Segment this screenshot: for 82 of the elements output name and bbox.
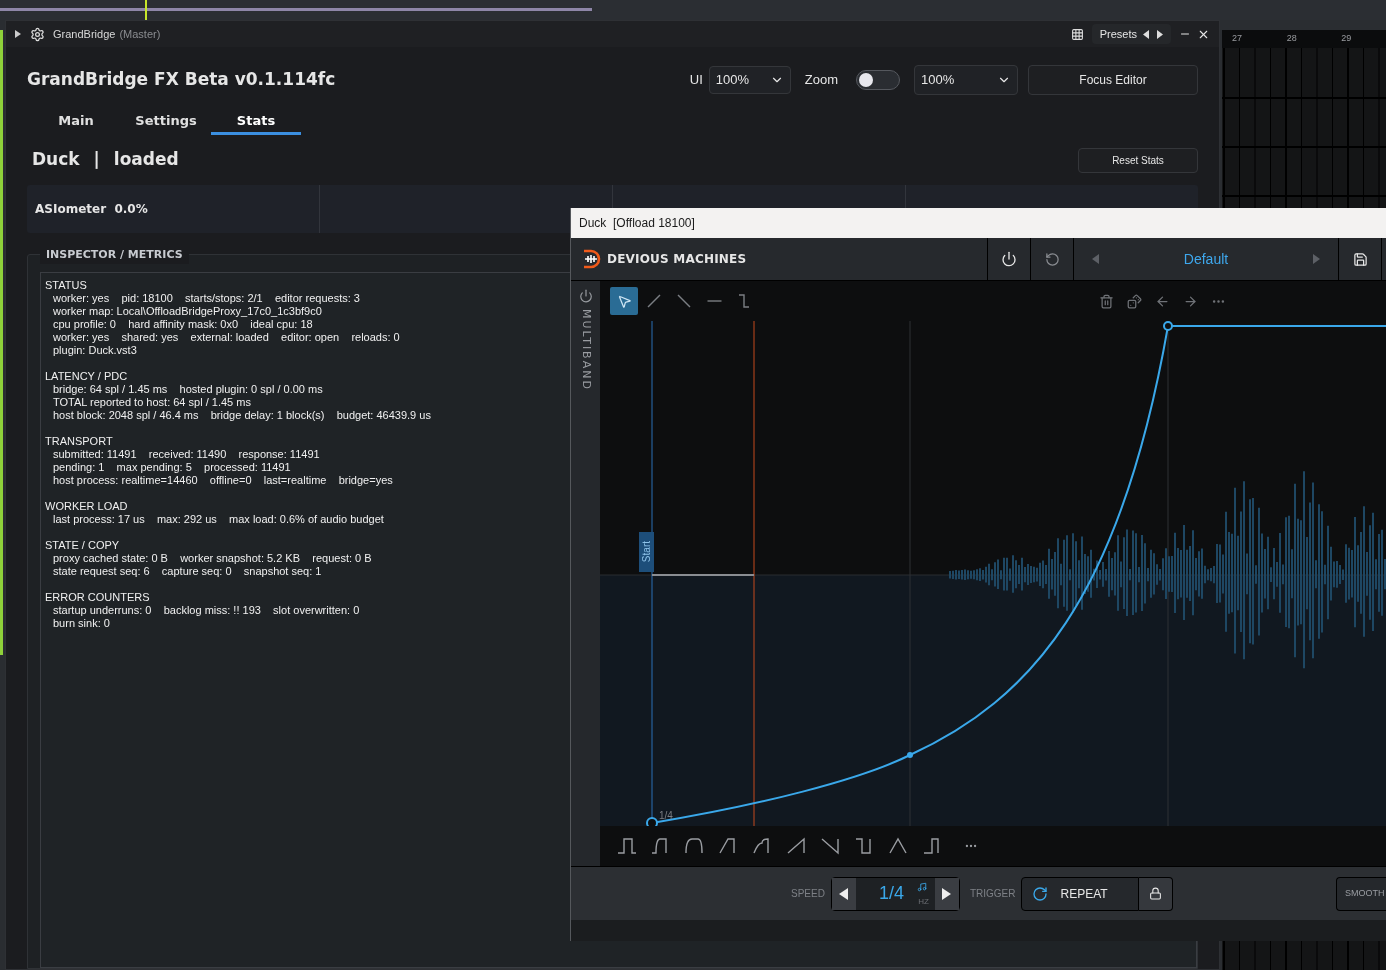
logo-icon <box>581 249 601 269</box>
window-title: GrandBridge <box>53 26 116 42</box>
metric-line: submitted: 11491 received: 11490 response: 11491 <box>52 448 320 461</box>
section-heading: ERROR COUNTERS <box>45 591 150 604</box>
power-icon <box>1001 251 1017 267</box>
zoom-label: Zoom <box>804 70 838 89</box>
note-icon[interactable] <box>916 881 927 892</box>
focus-editor-button[interactable]: Focus Editor <box>1028 64 1198 95</box>
separator: | <box>93 148 100 172</box>
window-subtitle: (Master) <box>119 26 161 42</box>
tab[interactable]: Main <box>31 109 121 135</box>
point-label: 1/4 <box>659 809 673 823</box>
dice-icon[interactable] <box>1127 293 1142 309</box>
metric-line: plugin: Duck.vst3 <box>52 344 137 357</box>
app-title: GrandBridge FX Beta v0.1.114fc <box>27 67 336 91</box>
trigger-label: TRIGGER <box>969 887 1016 901</box>
next-icon[interactable] <box>1157 29 1163 39</box>
repeat-button[interactable]: REPEAT <box>1021 876 1140 911</box>
window-title: Duck [Offload 18100] <box>579 215 695 232</box>
metric-line: host block: 2048 spl / 46.4 ms bridge delay: 1 block(s) budget: 46439.9 us <box>52 409 431 422</box>
section-heading: STATE / COPY <box>45 539 120 552</box>
ruler-number: 29 <box>1340 32 1353 46</box>
lock-button[interactable] <box>1139 876 1174 911</box>
reset-stats-button[interactable]: Reset Stats <box>1078 147 1198 173</box>
save-button[interactable] <box>1338 238 1382 280</box>
lock-icon <box>1149 887 1163 900</box>
brand-name: DEVIOUS MACHINES <box>607 251 747 268</box>
metric-line: last process: 17 us max: 292 us max load: 0.6% of audio budget <box>52 513 384 526</box>
ruler-number: 28 <box>1285 32 1298 46</box>
ui-scale-label: UI <box>689 70 703 89</box>
pointer-icon <box>616 293 632 309</box>
undo-icon <box>1044 251 1060 267</box>
sidebar-label[interactable]: MULTIBAND <box>577 309 594 391</box>
section-heading: LATENCY / PDC <box>45 370 128 383</box>
step-icon <box>737 294 751 308</box>
trash-icon[interactable] <box>1099 293 1114 309</box>
metric-line: startup underruns: 0 backlog miss: !! 193 slot overwritten: 0 <box>52 604 360 617</box>
smooth-button[interactable]: SMOOTH <box>1336 876 1386 911</box>
section-heading: TRANSPORT <box>45 435 113 448</box>
zoom-toggle[interactable] <box>856 69 900 90</box>
metric-line: cpu profile: 0 hard affinity mask: 0x0 ideal cpu: 18 <box>52 318 313 331</box>
metric-line: worker: yes shared: yes external: loaded editor: open reloads: 0 <box>52 331 400 344</box>
grid-icon[interactable] <box>1070 27 1084 41</box>
plugin-state: loaded <box>113 148 179 172</box>
meter-reading: ASIometer 0.0% <box>35 201 148 218</box>
gear-icon[interactable] <box>30 26 45 42</box>
tab[interactable]: Stats <box>211 109 301 135</box>
speed-value[interactable]: 1/4 <box>878 880 904 907</box>
power-icon[interactable] <box>578 289 593 303</box>
previous-icon[interactable] <box>1143 29 1149 39</box>
panel-title: INSPECTOR / METRICS <box>40 247 189 264</box>
previous-button[interactable] <box>831 877 856 910</box>
arrow-right-icon[interactable] <box>1183 293 1198 309</box>
metric-line: pending: 1 max pending: 5 processed: 11491 <box>52 461 291 474</box>
metric-line: TOTAL reported to host: 64 spl / 1.45 ms <box>52 396 251 409</box>
presets-label[interactable]: Presets <box>1099 25 1137 43</box>
ramp-down-icon <box>677 294 691 308</box>
section-heading: WORKER LOAD <box>45 500 128 513</box>
plugin-name: Duck <box>32 148 80 172</box>
metric-line: worker: yes pid: 18100 starts/stops: 2/1 editor requests: 3 <box>52 292 360 305</box>
save-icon <box>1352 251 1368 267</box>
section-heading: STATUS <box>45 279 87 292</box>
speed-label: SPEED <box>791 887 825 901</box>
metric-line: burn sink: 0 <box>52 617 110 630</box>
metric-line: worker map: Local\OffloadBridgeProxy_17c0_1c3bf9c0 <box>52 305 322 318</box>
metric-line: host process: realtime=14460 offline=0 last=realtime bridge=yes <box>52 474 393 487</box>
zoom-dropdown[interactable]: 100% <box>914 64 1018 95</box>
caret-icon[interactable] <box>15 30 21 38</box>
start-marker[interactable]: Start <box>639 532 654 572</box>
metric-line: proxy cached state: 0 B worker snapshot: 5.2 KB request: 0 B <box>52 552 372 565</box>
previous-icon <box>839 887 849 900</box>
metric-line: bridge: 64 spl / 1.45 ms hosted plugin: 0 spl / 0.00 ms <box>52 383 323 396</box>
ui-scale-dropdown[interactable]: 100% <box>708 65 791 94</box>
next-button[interactable] <box>934 877 959 910</box>
preset-name[interactable]: Default <box>1183 248 1229 270</box>
ramp-up-icon <box>647 294 661 308</box>
tab[interactable]: Settings <box>121 109 211 135</box>
tool-button[interactable] <box>610 287 638 315</box>
ruler-number: 27 <box>1231 32 1243 46</box>
repeat-icon <box>1032 885 1049 902</box>
next-icon <box>942 887 952 900</box>
metric-line: state request seq: 6 capture seq: 0 snapshot seq: 1 <box>52 565 322 578</box>
